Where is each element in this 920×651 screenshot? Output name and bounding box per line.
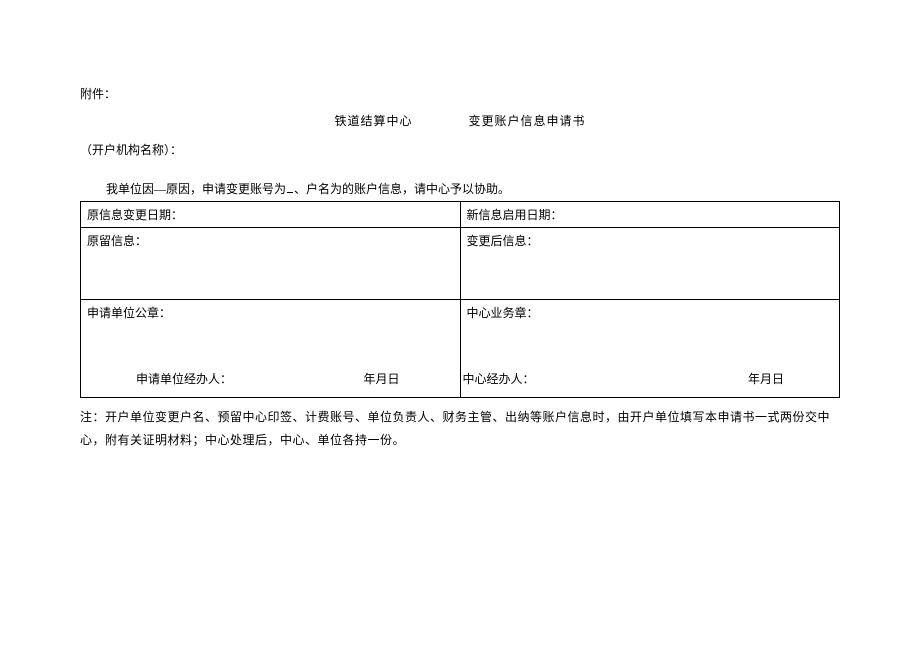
title-part1: 铁道结算中心 bbox=[334, 112, 412, 129]
center-seal-label: 中心业务章： bbox=[467, 306, 539, 320]
cell-applicant-seal: 申请单位公章： 申请单位经办人： 年月日 bbox=[81, 300, 461, 398]
applicant-date-label: 年月日 bbox=[363, 370, 399, 387]
applicant-seal-label: 申请单位公章： bbox=[87, 306, 171, 320]
cell-new-effective-date: 新信息启用日期： bbox=[460, 202, 840, 228]
declaration-line: 我单位因—原因，申请变更账号为、户名为的账户信息，请中心予以协助。 bbox=[106, 180, 840, 197]
footnote: 注：开户单位变更户名、预留中心印签、计费账号、单位负责人、财务主管、出纳等账户信… bbox=[80, 406, 840, 452]
declaration-prefix: 我单位因—原因，申请变更账号为 bbox=[106, 182, 286, 196]
applicant-handler-label: 申请单位经办人： bbox=[136, 370, 232, 387]
title-part2: 变更账户信息申请书 bbox=[469, 112, 586, 129]
table-row-dates: 原信息变更日期： 新信息启用日期： bbox=[81, 202, 840, 228]
table-row-info: 原留信息： 变更后信息： bbox=[81, 228, 840, 300]
cell-center-seal: 中心业务章： 中心经办人： 年月日 bbox=[460, 300, 840, 398]
attachment-label: 附件： bbox=[80, 85, 840, 102]
center-handler-label: 中心经办人： bbox=[463, 370, 535, 387]
table-row-seals: 申请单位公章： 申请单位经办人： 年月日 中心业务章： 中心经办人： 年月日 bbox=[81, 300, 840, 398]
declaration-suffix: 、户名为的账户信息，请中心予以协助。 bbox=[294, 182, 510, 196]
application-table: 原信息变更日期： 新信息启用日期： 原留信息： 变更后信息： 申请单位公章： 申… bbox=[80, 201, 840, 398]
document-title: 铁道结算中心 变更账户信息申请书 bbox=[80, 112, 840, 129]
cell-original-change-date: 原信息变更日期： bbox=[81, 202, 461, 228]
cell-changed-info: 变更后信息： bbox=[460, 228, 840, 300]
center-date-label: 年月日 bbox=[748, 370, 784, 387]
cell-original-info: 原留信息： bbox=[81, 228, 461, 300]
org-name-label: （开户机构名称）： bbox=[80, 141, 840, 158]
blank-underline bbox=[287, 182, 293, 193]
